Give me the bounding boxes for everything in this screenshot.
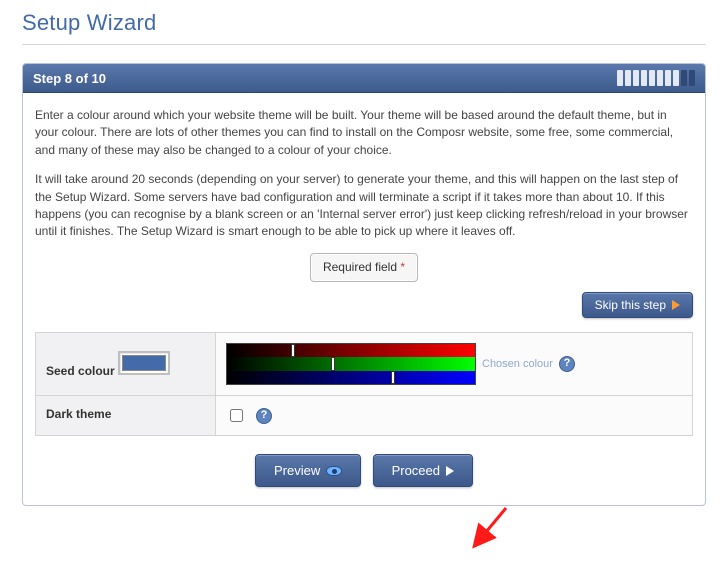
panel-body: Enter a colour around which your website… bbox=[23, 93, 705, 505]
help-icon[interactable]: ? bbox=[256, 408, 272, 424]
wizard-panel: Step 8 of 10 Enter a colour around which… bbox=[22, 63, 706, 506]
red-band[interactable] bbox=[227, 344, 475, 357]
step-tick bbox=[673, 70, 679, 86]
step-label: Step 8 of 10 bbox=[33, 71, 106, 86]
row-seed-colour: Seed colour Chosen colour bbox=[36, 333, 693, 396]
step-tick bbox=[649, 70, 655, 86]
intro-paragraph-2: It will take around 20 seconds (dependin… bbox=[35, 171, 693, 241]
skip-step-label: Skip this step bbox=[595, 298, 666, 312]
preview-label: Preview bbox=[274, 463, 320, 478]
annotation-arrow bbox=[470, 504, 510, 550]
step-tick bbox=[641, 70, 647, 86]
row-dark-theme: Dark theme ? bbox=[36, 396, 693, 436]
step-tick bbox=[633, 70, 639, 86]
page-title: Setup Wizard bbox=[22, 10, 706, 36]
intro-paragraph-1: Enter a colour around which your website… bbox=[35, 107, 693, 159]
arrow-right-icon bbox=[672, 300, 680, 310]
red-handle[interactable] bbox=[291, 344, 295, 357]
proceed-button[interactable]: Proceed bbox=[373, 454, 473, 487]
blue-band[interactable] bbox=[227, 371, 475, 384]
arrow-right-icon bbox=[446, 466, 454, 476]
step-indicator bbox=[617, 70, 695, 86]
green-band[interactable] bbox=[227, 357, 475, 370]
green-handle[interactable] bbox=[331, 357, 335, 370]
step-tick bbox=[681, 70, 687, 86]
eye-icon bbox=[326, 466, 342, 476]
seed-colour-label: Seed colour bbox=[46, 364, 115, 378]
blue-handle[interactable] bbox=[391, 371, 395, 384]
proceed-label: Proceed bbox=[392, 463, 440, 478]
seed-colour-cell: Seed colour bbox=[36, 333, 216, 396]
step-tick bbox=[625, 70, 631, 86]
seed-colour-swatch bbox=[122, 355, 166, 371]
help-icon[interactable]: ? bbox=[559, 356, 575, 372]
step-tick bbox=[665, 70, 671, 86]
chosen-colour-label: Chosen colour bbox=[482, 358, 553, 371]
step-tick bbox=[657, 70, 663, 86]
panel-header: Step 8 of 10 bbox=[23, 64, 705, 93]
step-tick bbox=[689, 70, 695, 86]
preview-button[interactable]: Preview bbox=[255, 454, 361, 487]
step-tick bbox=[617, 70, 623, 86]
dark-theme-checkbox[interactable] bbox=[230, 409, 243, 422]
dark-theme-label: Dark theme bbox=[46, 407, 111, 421]
required-field-badge: Required field * bbox=[310, 253, 418, 282]
settings-table: Seed colour Chosen colour bbox=[35, 332, 693, 436]
header-rule bbox=[22, 44, 706, 45]
rgb-picker[interactable] bbox=[226, 343, 476, 385]
seed-colour-swatch-frame[interactable] bbox=[118, 351, 170, 375]
skip-step-button[interactable]: Skip this step bbox=[582, 292, 693, 318]
